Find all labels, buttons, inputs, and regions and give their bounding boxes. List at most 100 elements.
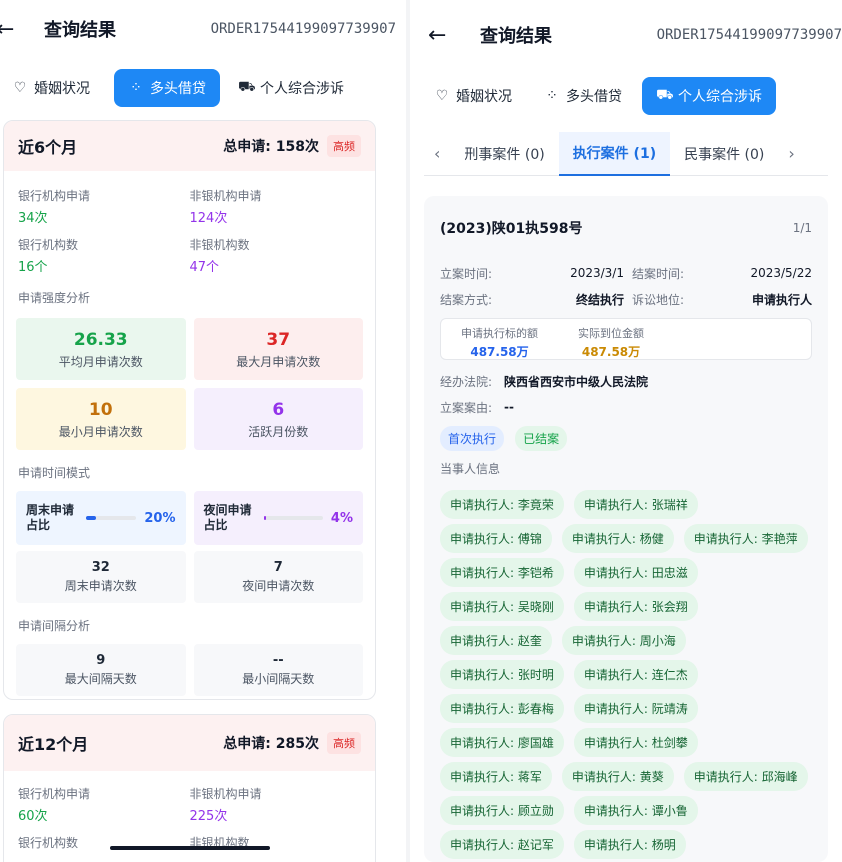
party-row: 申请执行人: 李铠希 申请执行人: 田忠滋	[440, 555, 812, 589]
intensity-row-1: 26.33 平均月申请次数 37 最大月申请次数	[4, 318, 375, 380]
case-page: 1/1	[792, 221, 812, 235]
avg-value: 26.33	[73, 330, 128, 350]
exec-amount-label: 申请执行标的额	[461, 327, 538, 340]
party-row: 申请执行人: 张时明 申请执行人: 连仁杰	[440, 657, 812, 691]
chevron-left-icon[interactable]: ‹	[424, 144, 450, 163]
header: ← 查询结果 ORDER17544199097739907	[410, 6, 842, 64]
exec-amount: 申请执行标的额 487.58万	[461, 325, 538, 359]
total-applications: 总申请: 158次 高频	[223, 135, 361, 157]
nonbank-apply-value: 124次	[189, 211, 228, 226]
avg-label: 平均月申请次数	[58, 355, 143, 369]
tab-marriage[interactable]: ♡ 婚姻状况	[0, 69, 104, 107]
frequency-badge: 高频	[327, 732, 361, 754]
chevron-right-icon[interactable]: ›	[778, 144, 804, 163]
weekend-ratio-box: 周末申请占比 20%	[16, 491, 186, 545]
party-row: 申请执行人: 李竟荣 申请执行人: 张瑞祥	[440, 487, 812, 521]
time-title: 申请时间模式	[18, 466, 91, 480]
time-row: 周末申请占比 20% 夜间申请占比 4%	[4, 491, 375, 545]
top-tabs: ♡ 婚姻状况 ⁘ 多头借贷 ⛟ 个人综合涉诉	[424, 74, 842, 118]
tab-execution[interactable]: 执行案件 (1)	[558, 131, 671, 176]
interval-row: 9 最大间隔天数 -- 最小间隔天数	[4, 644, 375, 696]
tab-litigation[interactable]: ⛟ 个人综合涉诉	[642, 77, 776, 115]
close-method-label: 结案方式:	[440, 292, 493, 307]
night-pct: 4%	[330, 510, 353, 526]
tab-marriage[interactable]: ♡ 婚姻状况	[424, 77, 526, 115]
count-row: 银行机构数 16个 非银机构数 47个	[4, 236, 375, 275]
max-interval-label: 最大间隔天数	[64, 672, 137, 686]
left-screen: ← 查询结果 ORDER17544199097739907 ♡ 婚姻状况 ⁘ 多头借…	[0, 0, 406, 862]
total-text: 总申请: 158次	[223, 139, 319, 155]
dots-icon: ⁘	[546, 88, 558, 104]
nonbank-apply-label: 非银机构申请	[189, 189, 262, 203]
tab-label: 多头借贷	[150, 81, 206, 97]
night-ratio-label: 夜间申请占比	[203, 503, 252, 532]
bank-count-label: 银行机构数	[18, 238, 79, 252]
party-row: 申请执行人: 顾立勋 申请执行人: 谭小鲁	[440, 793, 812, 827]
intensity-title: 申请强度分析	[18, 291, 91, 305]
case-type-tabs: ‹ 刑事案件 (0) 执行案件 (1) 民事案件 (0) ›	[424, 131, 828, 176]
back-arrow-icon[interactable]: ←	[428, 23, 446, 48]
party-tag: 申请执行人: 田忠滋	[573, 557, 698, 587]
bank-apply-value: 34次	[18, 211, 48, 226]
max-interval-box: 9 最大间隔天数	[16, 644, 186, 696]
position-label: 诉讼地位:	[632, 292, 685, 307]
party-tag: 申请执行人: 杨健	[561, 523, 674, 553]
party-tag: 申请执行人: 张会翔	[573, 591, 698, 621]
parties-title-row: 当事人信息	[440, 455, 812, 481]
tab-label: 个人综合涉诉	[260, 81, 344, 97]
close-date-label: 结案时间:	[632, 266, 685, 281]
back-arrow-icon[interactable]: ←	[0, 17, 14, 42]
party-tag: 申请执行人: 赵奎	[440, 625, 552, 655]
home-indicator[interactable]	[110, 846, 270, 850]
file-date: 2023/3/1	[570, 266, 624, 280]
tab-multi-loan[interactable]: ⁘ 多头借贷	[114, 69, 220, 107]
tab-litigation[interactable]: ⛟ 个人综合涉诉	[224, 69, 358, 107]
page-title: 查询结果	[44, 20, 116, 41]
parties-list: 申请执行人: 李竟荣 申请执行人: 张瑞祥 申请执行人: 傅锦 申请执行人: 杨健 申请…	[440, 487, 812, 861]
court-label: 经办法院:	[440, 374, 493, 389]
time-count-row: 32 周末申请次数 7 夜间申请次数	[4, 551, 375, 603]
min-interval-box: -- 最小间隔天数	[193, 644, 363, 696]
tab-label: 个人综合涉诉	[678, 89, 762, 105]
max-value: 37	[266, 330, 291, 350]
night-count-box: 7 夜间申请次数	[193, 551, 363, 603]
position: 申请执行人	[751, 292, 812, 307]
heart-icon: ♡	[13, 80, 27, 96]
tab-multi-loan[interactable]: ⁘ 多头借贷	[530, 77, 636, 115]
party-tag: 申请执行人: 蒋军	[440, 761, 552, 791]
bank-apply-label: 银行机构申请	[18, 787, 91, 801]
party-row: 申请执行人: 廖国雄 申请执行人: 杜剑攀	[440, 725, 812, 759]
max-box: 37 最大月申请次数	[193, 318, 363, 380]
car-icon: ⛟	[238, 79, 256, 95]
case-number: (2023)陕01执598号	[440, 221, 583, 237]
tab-criminal[interactable]: 刑事案件 (0)	[450, 132, 558, 176]
night-ratio-box: 夜间申请占比 4%	[193, 491, 363, 545]
reason: --	[504, 400, 515, 414]
bank-count-value: 16个	[18, 260, 48, 275]
party-tag: 申请执行人: 李铠希	[440, 557, 564, 587]
case-card: (2023)陕01执598号 1/1 立案时间: 2023/3/1 结案时间: …	[424, 196, 828, 862]
party-tag: 申请执行人: 阮靖涛	[573, 693, 698, 723]
max-interval: 9	[96, 653, 106, 668]
close-method: 终结执行	[575, 292, 624, 307]
card-title: 近6个月	[18, 138, 78, 157]
card-title: 近12个月	[18, 735, 89, 754]
car-icon: ⛟	[656, 87, 674, 103]
party-tag: 申请执行人: 张瑞祥	[573, 489, 698, 519]
party-tag: 申请执行人: 杜剑攀	[573, 727, 698, 757]
party-tag: 申请执行人: 廖国雄	[440, 727, 564, 757]
party-tag: 申请执行人: 谭小鲁	[573, 795, 698, 825]
bank-apply-value: 60次	[18, 809, 48, 824]
party-row: 申请执行人: 吴晓刚 申请执行人: 张会翔	[440, 589, 812, 623]
party-row: 申请执行人: 赵记军 申请执行人: 杨明	[440, 827, 812, 861]
status-tags: 首次执行 已结案	[440, 426, 812, 451]
party-tag: 申请执行人: 赵记军	[440, 829, 564, 859]
night-count-label: 夜间申请次数	[242, 579, 315, 593]
reason-label: 立案案由:	[440, 400, 493, 415]
nonbank-apply-label: 非银机构申请	[189, 787, 262, 801]
amount-box: 申请执行标的额 487.58万 实际到位金额 487.58万	[440, 318, 812, 360]
party-tag: 申请执行人: 彭春梅	[440, 693, 564, 723]
tab-label: 婚姻状况	[456, 89, 512, 105]
tab-civil[interactable]: 民事案件 (0)	[670, 132, 778, 176]
party-tag: 申请执行人: 傅锦	[440, 523, 552, 553]
